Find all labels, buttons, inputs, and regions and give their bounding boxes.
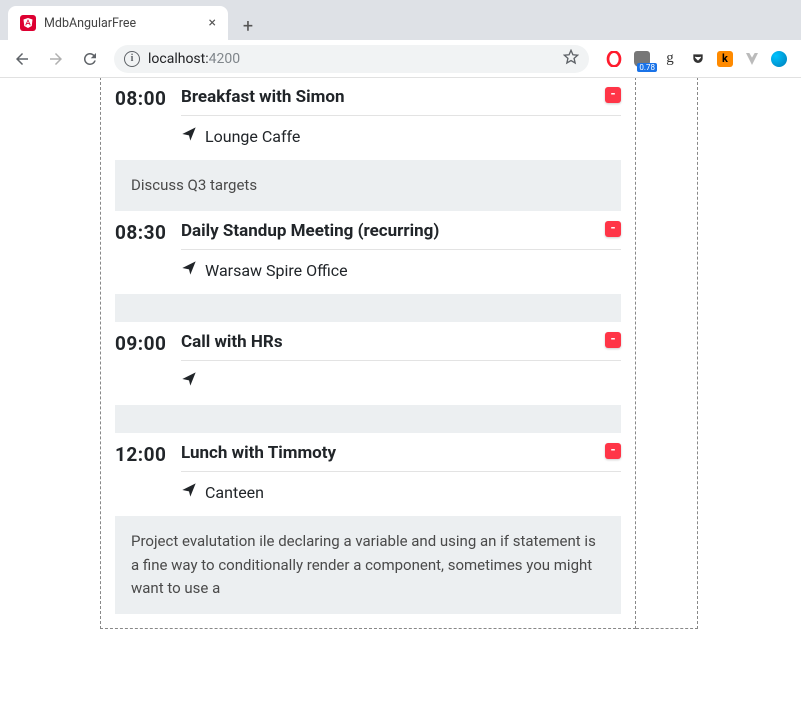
location-arrow-icon [181, 260, 197, 280]
site-info-icon[interactable]: i [124, 51, 140, 67]
event-delete-button[interactable]: - [605, 332, 621, 348]
event-note [115, 294, 621, 322]
event-note: Discuss Q3 targets [115, 160, 621, 211]
page-viewport: 08:00 Breakfast with Simon - Lounge Caff… [0, 78, 801, 701]
url-text: localhost:4200 [148, 51, 240, 67]
event-title: Breakfast with Simon [181, 87, 605, 107]
event-note [115, 405, 621, 433]
browser-tab-strip: MdbAngularFree × + [0, 0, 801, 40]
schedule-event: 09:00 Call with HRs - [115, 322, 621, 405]
angular-favicon-icon [20, 15, 36, 31]
extensions-area: 0.78 g k [599, 50, 793, 68]
schedule-event: 12:00 Lunch with Timmoty - Canteen [115, 433, 621, 516]
new-tab-button[interactable]: + [234, 12, 262, 40]
event-time: 09:00 [115, 332, 181, 355]
event-location: Canteen [205, 483, 264, 502]
extension-g-icon[interactable]: g [661, 50, 679, 68]
side-column [636, 78, 698, 629]
event-location: Warsaw Spire Office [205, 261, 348, 280]
schedule-event: 08:00 Breakfast with Simon - Lounge Caff… [115, 78, 621, 160]
event-delete-button[interactable]: - [605, 221, 621, 237]
location-arrow-icon [181, 126, 197, 146]
schedule-event: 08:30 Daily Standup Meeting (recurring) … [115, 211, 621, 294]
address-bar[interactable]: i localhost:4200 [114, 45, 589, 73]
event-delete-button[interactable]: - [605, 443, 621, 459]
event-title: Lunch with Timmoty [181, 443, 605, 463]
back-button[interactable] [8, 45, 36, 73]
tab-close-icon[interactable]: × [209, 15, 216, 31]
event-title: Daily Standup Meeting (recurring) [181, 221, 605, 241]
event-delete-button[interactable]: - [605, 87, 621, 103]
location-arrow-icon [181, 482, 197, 502]
extension-pocket-icon[interactable] [689, 50, 707, 68]
extension-opera-icon[interactable] [605, 50, 623, 68]
schedule-column: 08:00 Breakfast with Simon - Lounge Caff… [100, 78, 636, 629]
event-time: 08:00 [115, 87, 181, 110]
location-arrow-icon [181, 371, 197, 391]
browser-toolbar: i localhost:4200 0.78 g k [0, 40, 801, 78]
tab-title: MdbAngularFree [44, 16, 136, 31]
extension-ublock-icon[interactable]: 0.78 [633, 50, 651, 68]
event-location: Lounge Caffe [205, 127, 300, 146]
forward-button[interactable] [42, 45, 70, 73]
event-time: 12:00 [115, 443, 181, 466]
event-time: 08:30 [115, 221, 181, 244]
bookmark-star-icon[interactable] [563, 49, 579, 69]
event-title: Call with HRs [181, 332, 605, 352]
extension-firefox-icon[interactable] [771, 51, 787, 67]
extension-k-icon[interactable]: k [717, 51, 733, 67]
event-note: Project evalutation ile declaring a vari… [115, 516, 621, 614]
browser-tab[interactable]: MdbAngularFree × [8, 6, 228, 40]
reload-button[interactable] [76, 45, 104, 73]
ublock-badge: 0.78 [637, 63, 657, 72]
extension-vue-icon[interactable] [743, 50, 761, 68]
